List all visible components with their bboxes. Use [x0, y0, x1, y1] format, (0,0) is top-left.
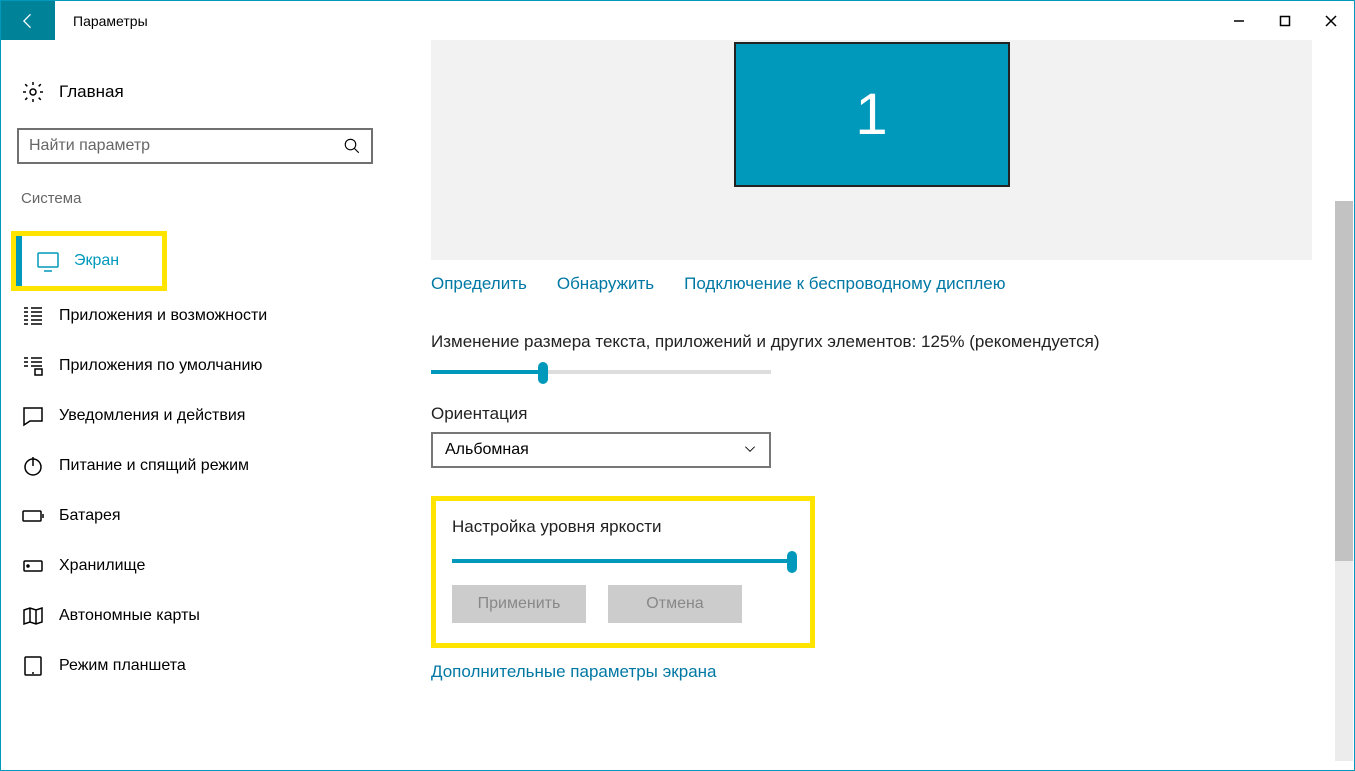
cancel-button[interactable]: Отмена [608, 585, 742, 623]
scale-label: Изменение размера текста, приложений и д… [431, 332, 1312, 352]
chevron-down-icon [743, 442, 757, 459]
orientation-dropdown[interactable]: Альбомная [431, 432, 771, 468]
sidebar-item-power[interactable]: Питание и спящий режим [1, 441, 389, 491]
sidebar-item-label: Режим планшета [59, 657, 186, 675]
maximize-button[interactable] [1262, 5, 1308, 37]
default-apps-icon [21, 354, 45, 378]
sidebar-item-battery[interactable]: Батарея [1, 491, 389, 541]
identify-link[interactable]: Определить [431, 274, 527, 294]
sidebar: Главная Система Экран Приложения и возмо… [1, 40, 389, 770]
home-nav[interactable]: Главная [1, 70, 389, 114]
battery-icon [21, 504, 45, 528]
search-icon [343, 137, 361, 155]
apps-icon [21, 304, 45, 328]
storage-icon [21, 554, 45, 578]
sidebar-item-label: Приложения по умолчанию [59, 357, 262, 375]
sidebar-item-maps[interactable]: Автономные карты [1, 591, 389, 641]
maps-icon [21, 604, 45, 628]
advanced-display-link[interactable]: Дополнительные параметры экрана [431, 662, 1312, 682]
sidebar-item-label: Автономные карты [59, 607, 200, 625]
section-title: Система [1, 190, 389, 207]
brightness-slider[interactable] [452, 559, 792, 563]
gear-icon [21, 80, 45, 104]
sidebar-item-label: Экран [74, 252, 119, 270]
search-box[interactable] [17, 128, 373, 164]
highlight-annotation-brightness: Настройка уровня яркости Применить Отмен… [431, 496, 815, 648]
titlebar: Параметры [1, 1, 1354, 40]
window-controls [1216, 5, 1354, 37]
main-panel: 1 Определить Обнаружить Подключение к бе… [389, 40, 1354, 770]
slider-thumb[interactable] [787, 551, 797, 573]
close-button[interactable] [1308, 5, 1354, 37]
monitor-1[interactable]: 1 [734, 42, 1010, 187]
sidebar-item-label: Хранилище [59, 557, 145, 575]
sidebar-item-notifications[interactable]: Уведомления и действия [1, 391, 389, 441]
sidebar-item-apps[interactable]: Приложения и возможности [1, 291, 389, 341]
sidebar-item-label: Питание и спящий режим [59, 457, 249, 475]
back-button[interactable] [1, 1, 55, 40]
sidebar-item-label: Батарея [59, 507, 121, 525]
apply-button[interactable]: Применить [452, 585, 586, 623]
highlight-annotation: Экран [11, 231, 167, 291]
orientation-value: Альбомная [445, 441, 529, 459]
minimize-icon [1233, 15, 1245, 27]
notifications-icon [21, 404, 45, 428]
scale-slider[interactable] [431, 370, 771, 374]
sidebar-item-label: Уведомления и действия [59, 407, 245, 425]
wireless-display-link[interactable]: Подключение к беспроводному дисплею [684, 274, 1005, 294]
scrollbar[interactable] [1335, 201, 1353, 761]
sidebar-item-tablet[interactable]: Режим планшета [1, 641, 389, 691]
close-icon [1325, 15, 1337, 27]
sidebar-item-display[interactable]: Экран [16, 236, 162, 286]
slider-thumb[interactable] [538, 362, 548, 384]
monitor-number: 1 [855, 81, 887, 148]
sidebar-item-storage[interactable]: Хранилище [1, 541, 389, 591]
scrollbar-thumb[interactable] [1335, 201, 1353, 561]
power-icon [21, 454, 45, 478]
search-input[interactable] [29, 137, 335, 155]
window-title: Параметры [55, 13, 148, 29]
home-label: Главная [59, 82, 124, 102]
display-links: Определить Обнаружить Подключение к бесп… [431, 274, 1312, 294]
maximize-icon [1279, 15, 1291, 27]
detect-link[interactable]: Обнаружить [557, 274, 654, 294]
tablet-icon [21, 654, 45, 678]
brightness-label: Настройка уровня яркости [452, 517, 790, 537]
sidebar-item-default-apps[interactable]: Приложения по умолчанию [1, 341, 389, 391]
minimize-button[interactable] [1216, 5, 1262, 37]
arrow-left-icon [18, 11, 38, 31]
display-icon [36, 249, 60, 273]
monitor-preview-area: 1 [431, 40, 1312, 260]
sidebar-item-label: Приложения и возможности [59, 307, 267, 325]
orientation-label: Ориентация [431, 404, 1312, 424]
